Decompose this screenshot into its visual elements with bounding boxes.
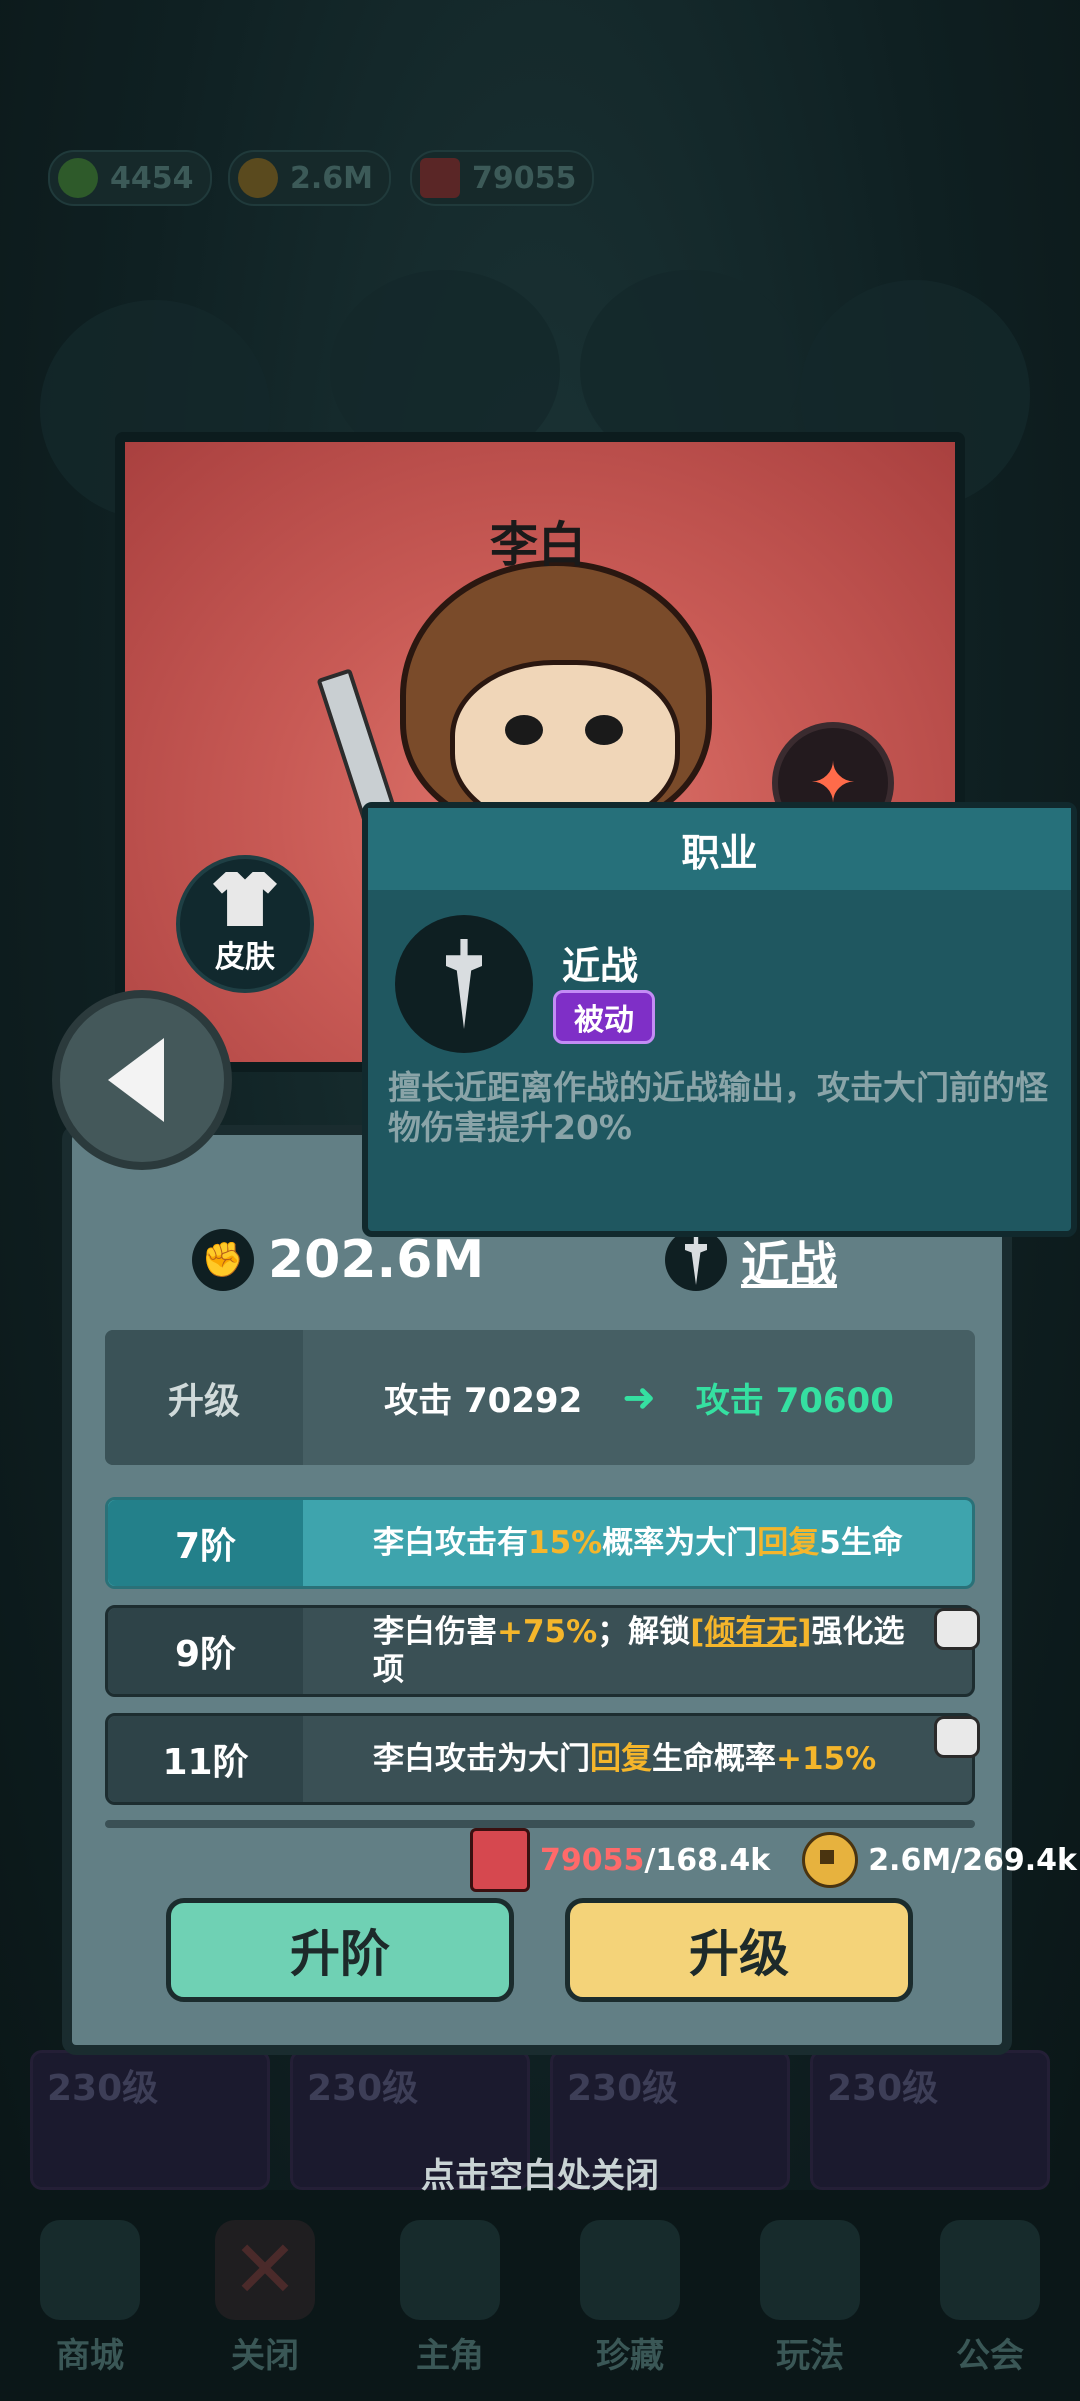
tier-row[interactable]: 7阶 李白攻击有15%概率为大门回复5生命 <box>105 1497 975 1589</box>
tv-icon <box>760 2220 860 2320</box>
resource-coins[interactable]: 2.6M <box>228 150 391 206</box>
collection-icon <box>580 2220 680 2320</box>
nav-guild[interactable]: 公会 <box>915 2200 1065 2390</box>
popup-header: 职业 <box>368 808 1071 890</box>
lock-icon <box>934 1716 980 1758</box>
hero-icon <box>400 2220 500 2320</box>
resource-books[interactable]: 79055 <box>410 150 595 206</box>
hero-name: 李白 <box>490 517 587 573</box>
nav-gameplay[interactable]: 玩法 <box>735 2200 885 2390</box>
back-button[interactable] <box>52 990 232 1170</box>
tier-label: 11阶 <box>108 1716 303 1802</box>
dagger-class-icon <box>665 1229 727 1291</box>
green-gem-icon <box>58 158 98 198</box>
nav-collection[interactable]: 珍藏 <box>555 2200 705 2390</box>
upgrade-button[interactable]: 升级 <box>565 1898 913 2002</box>
resource-gems[interactable]: 4454 <box>48 150 212 206</box>
attack-next: 攻击 70600 <box>695 1381 894 1421</box>
hero-eye <box>585 715 623 745</box>
nav-close[interactable]: ✕ 关闭 <box>190 2200 340 2390</box>
fist-power-icon: ✊ <box>192 1229 254 1291</box>
books-count: 79055 <box>472 160 577 196</box>
nav-hero[interactable]: 主角 <box>375 2200 525 2390</box>
popup-description: 擅长近距离作战的近战输出，攻击大门前的怪物伤害提升20% <box>388 1068 1048 1147</box>
nav-shop[interactable]: 商城 <box>15 2200 165 2390</box>
tier-label: 7阶 <box>108 1500 303 1586</box>
advance-button[interactable]: 升阶 <box>166 1898 514 2002</box>
hero-eye <box>505 715 543 745</box>
red-book-icon <box>420 158 460 198</box>
cat-shop-icon <box>40 2220 140 2320</box>
power-value: 202.6M <box>268 1230 485 1290</box>
popup-class-name: 近战 <box>562 944 639 988</box>
close-hint[interactable]: 点击空白处关闭 <box>0 2148 1080 2197</box>
upgrade-label: 升级 <box>105 1330 303 1465</box>
gold-coin-icon <box>802 1832 859 1888</box>
tier-description: 李白攻击有15%概率为大门回复5生命 <box>373 1525 903 1561</box>
skin-label: 皮肤 <box>215 940 275 975</box>
books-have: 79055 <box>540 1842 645 1878</box>
tier-description: 李白伤害+75%；解锁[倾有无]强化选项 <box>373 1614 905 1688</box>
coins-count: 2.6M <box>290 160 373 196</box>
tier-label: 9阶 <box>108 1608 303 1694</box>
gems-count: 4454 <box>110 160 194 196</box>
upgrade-preview-row: 升级 攻击 70292 ➜ 攻击 70600 <box>105 1330 975 1465</box>
skin-button[interactable]: 皮肤 <box>176 855 314 993</box>
red-book-icon <box>470 1828 530 1892</box>
melee-dagger-icon <box>395 915 533 1053</box>
lock-icon <box>934 1608 980 1650</box>
passive-tag: 被动 <box>553 990 655 1044</box>
attack-current: 攻击 70292 <box>384 1381 583 1421</box>
tier-row[interactable]: 11阶 李白攻击为大门回复生命概率+15% <box>105 1713 980 1805</box>
back-arrow-icon <box>108 1038 164 1122</box>
horn-icon <box>940 2220 1040 2320</box>
tier-row[interactable]: 9阶 李白伤害+75%；解锁[倾有无]强化选项 <box>105 1605 980 1697</box>
close-x-icon: ✕ <box>215 2220 315 2320</box>
gold-coin-icon <box>238 158 278 198</box>
shirt-icon <box>213 872 277 926</box>
tier-description: 李白攻击为大门回复生命概率+15% <box>373 1741 877 1777</box>
books-need: /168.4k <box>644 1842 771 1878</box>
coins-cost: 2.6M/269.4k <box>868 1842 1077 1878</box>
arrow-right-icon: ➜ <box>622 1374 656 1421</box>
cost-row: 79055/168.4k 2.6M/269.4k <box>470 1828 1077 1892</box>
tier-list-edge <box>105 1820 975 1828</box>
